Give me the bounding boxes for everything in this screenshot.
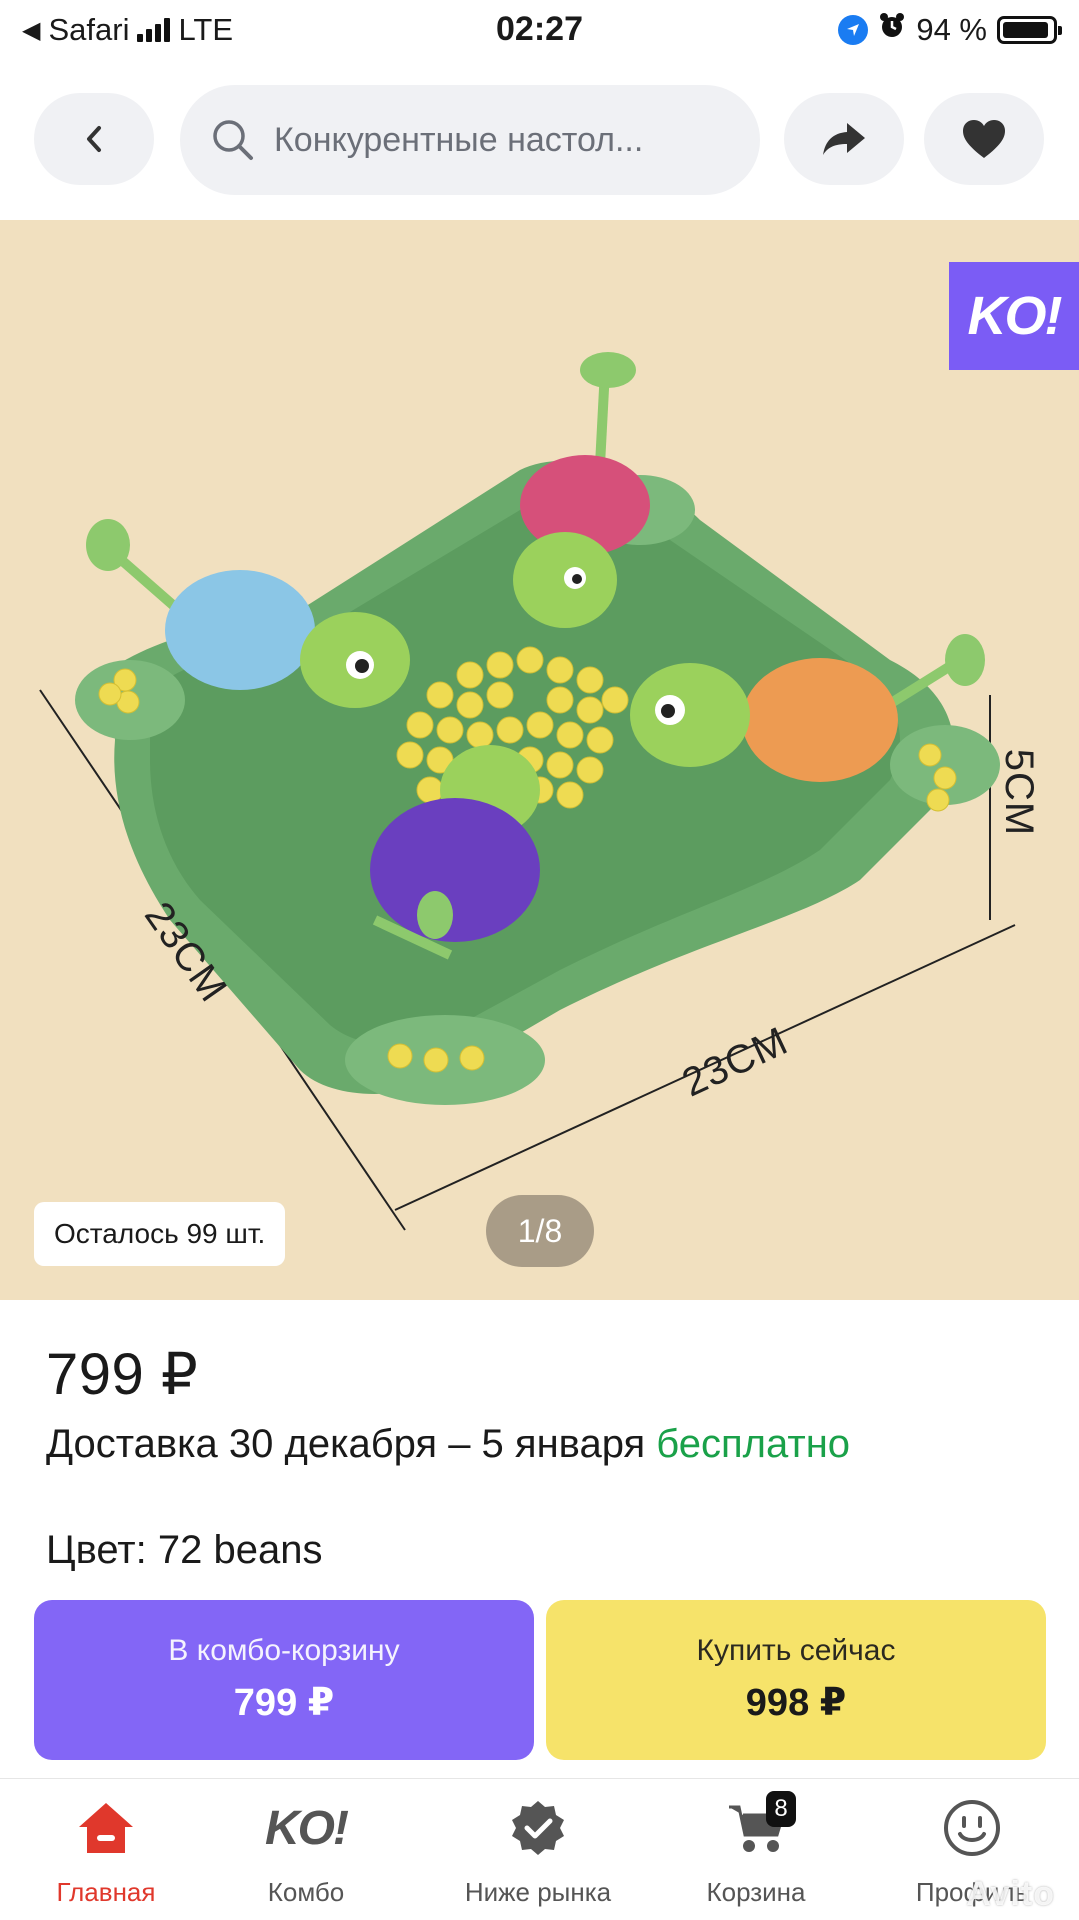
product-price: 799 ₽ [46, 1342, 199, 1407]
status-bar: ◀ Safari LTE 02:27 94 % [0, 0, 1079, 62]
product-photo [39, 352, 1016, 1231]
buy-button-price: 998 ₽ [745, 1682, 847, 1724]
search-icon [213, 120, 253, 160]
bottom-tab-bar: Главная KO! Комбо Ниже рынка 8 Корзина П… [0, 1778, 1079, 1920]
top-nav: Конкурентные настол... [0, 85, 1079, 195]
chevron-left-icon [87, 126, 101, 152]
battery-percent: 94 % [916, 12, 987, 47]
share-button[interactable] [784, 93, 904, 185]
back-button[interactable] [34, 93, 154, 185]
cart-count-badge: 8 [766, 1791, 796, 1827]
ko-icon: KO! [265, 1801, 349, 1855]
tab-home[interactable]: Главная [16, 1793, 196, 1908]
stock-remaining: Осталось 99 шт. [34, 1202, 286, 1266]
heart-icon [963, 120, 1005, 158]
avito-watermark: Avito [966, 1875, 1055, 1913]
tab-below-market-label: Ниже рынка [464, 1877, 612, 1907]
buy-button-label: Купить сейчас [696, 1634, 896, 1667]
combo-button-price: 799 ₽ [233, 1682, 335, 1724]
dimension-right: 5CM [997, 748, 1042, 837]
tab-home-label: Главная [56, 1877, 156, 1907]
product-image-gallery[interactable]: KO! 23CM 23CM 5CM Осталось 99 шт. 1/8 [0, 220, 1079, 1300]
alarm-icon [878, 12, 906, 48]
ko-badge: KO! [949, 262, 1079, 370]
search-field[interactable]: Конкурентные настол... [180, 85, 760, 195]
home-icon [79, 1803, 133, 1853]
favorite-button[interactable] [924, 93, 1044, 185]
tab-cart-label: Корзина [706, 1877, 806, 1907]
combo-button-label: В комбо-корзину [168, 1634, 400, 1667]
image-counter: 1/8 [486, 1195, 594, 1267]
add-to-combo-button[interactable]: В комбо-корзину 799 ₽ [34, 1600, 534, 1760]
share-arrow-icon [823, 123, 865, 155]
tab-combo[interactable]: KO! Комбо [216, 1793, 396, 1908]
color-option[interactable]: Цвет: 72 beans [46, 1528, 322, 1573]
search-text: Конкурентные настол... [274, 120, 644, 159]
profile-icon [944, 1800, 1000, 1856]
status-right: 94 % [838, 12, 1062, 48]
tab-cart[interactable]: 8 Корзина [666, 1791, 846, 1908]
battery-icon [997, 16, 1062, 44]
location-icon [838, 15, 869, 45]
tab-below-market[interactable]: Ниже рынка [448, 1793, 628, 1908]
delivery-dates: Доставка 30 декабря – 5 января [46, 1422, 646, 1466]
badge-check-icon [512, 1801, 564, 1855]
delivery-free: бесплатно [656, 1422, 851, 1466]
tab-combo-label: Комбо [267, 1877, 345, 1907]
buy-now-button[interactable]: Купить сейчас 998 ₽ [546, 1600, 1046, 1760]
delivery-info: Доставка 30 декабря – 5 января бесплатно [46, 1422, 850, 1467]
